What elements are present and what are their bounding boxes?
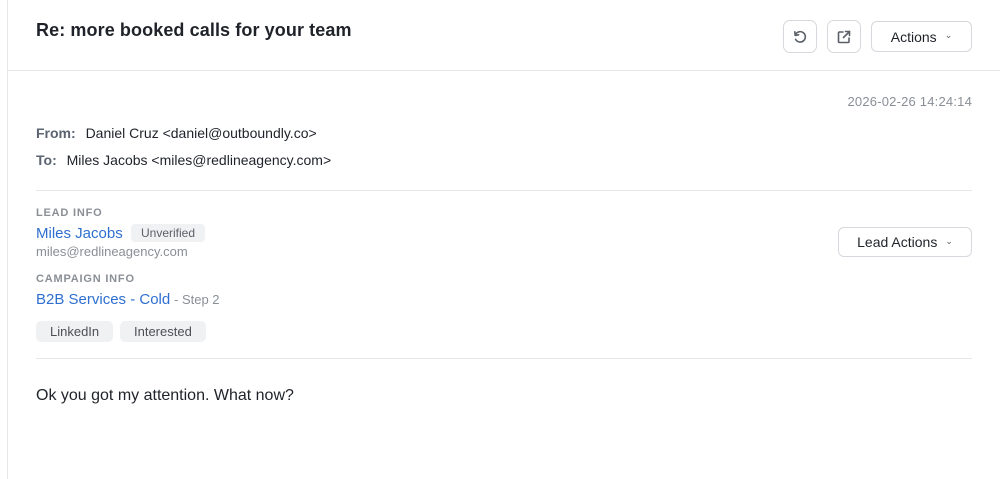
email-subject: Re: more booked calls for your team (36, 20, 352, 40)
open-external-button[interactable] (827, 20, 861, 53)
from-label: From: (36, 125, 76, 141)
email-body: Ok you got my attention. What now? (36, 387, 294, 404)
campaign-step: - Step 2 (174, 292, 220, 307)
divider (36, 190, 972, 191)
actions-dropdown-button[interactable]: Actions ⌄ (871, 21, 972, 52)
campaign-info-label: CAMPAIGN INFO (36, 273, 135, 285)
lead-actions-label: Lead Actions (857, 234, 938, 250)
lead-actions-button[interactable]: Lead Actions ⌄ (838, 227, 972, 257)
chevron-down-icon: ⌄ (944, 30, 953, 40)
actions-label: Actions (890, 28, 937, 45)
to-row: To: Miles Jacobs <miles@redlineagency.co… (36, 152, 331, 168)
external-link-icon (837, 30, 851, 43)
campaign-name-link[interactable]: B2B Services - Cold (36, 291, 170, 308)
email-timestamp: 2026-02-26 14:24:14 (847, 94, 972, 109)
divider (36, 358, 972, 359)
status-badge: Unverified (131, 224, 206, 242)
lead-name-link[interactable]: Miles Jacobs (36, 225, 123, 242)
to-value: Miles Jacobs <miles@redlineagency.com> (66, 152, 332, 168)
to-label: To: (36, 152, 57, 168)
undo-button[interactable] (783, 20, 817, 53)
left-panel-border (7, 0, 8, 479)
lead-email: miles@redlineagency.com (36, 244, 188, 259)
email-header: Re: more booked calls for your team Acti… (8, 0, 1000, 71)
chevron-down-icon: ⌄ (945, 235, 953, 246)
undo-icon (794, 30, 807, 43)
lead-info-label: LEAD INFO (36, 207, 103, 219)
from-value: Daniel Cruz <daniel@outboundly.co> (85, 125, 317, 141)
tag-interested[interactable]: Interested (120, 321, 206, 342)
from-row: From: Daniel Cruz <daniel@outboundly.co> (36, 125, 317, 141)
tag-linkedin[interactable]: LinkedIn (36, 321, 114, 342)
